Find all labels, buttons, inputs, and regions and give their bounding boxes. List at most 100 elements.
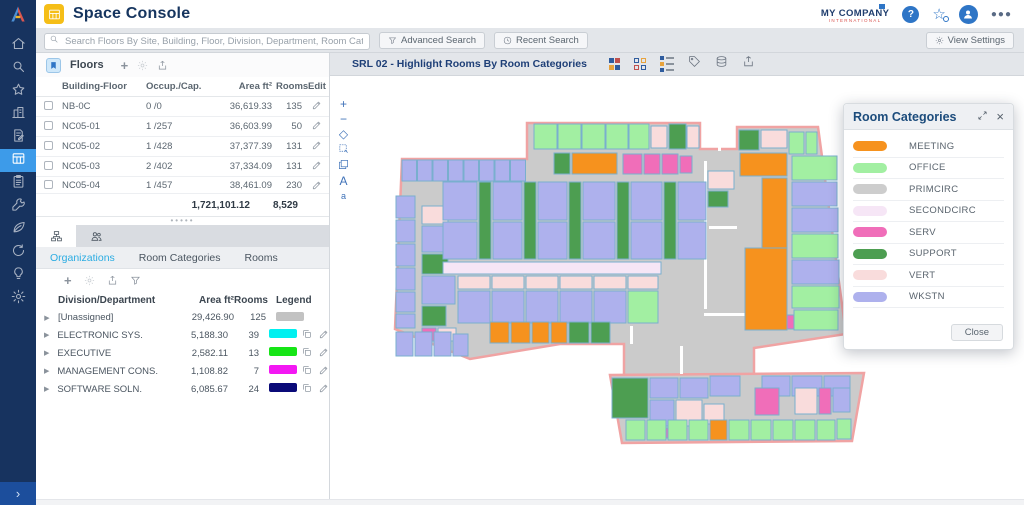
legend-item-support[interactable]: SUPPORT <box>853 244 1004 265</box>
help-icon[interactable]: ? <box>902 5 920 23</box>
room-wkstn[interactable] <box>791 259 840 285</box>
expand-arrow-icon[interactable]: ▶ <box>36 349 57 357</box>
room-vert[interactable] <box>794 387 818 415</box>
add-floor-icon[interactable]: + <box>121 59 129 72</box>
room-wkstn[interactable] <box>525 290 559 324</box>
room-vert[interactable] <box>491 275 525 290</box>
room-office[interactable] <box>667 419 688 441</box>
layers-database-icon[interactable] <box>715 55 728 73</box>
edit-pencil-icon[interactable] <box>312 161 322 173</box>
expand-panel-icon[interactable] <box>977 108 988 126</box>
room-office[interactable] <box>625 419 646 441</box>
tag-icon[interactable] <box>688 55 701 73</box>
col-building-floor[interactable]: Building-Floor <box>60 77 144 97</box>
room-office[interactable] <box>794 419 816 441</box>
room-wkstn[interactable] <box>432 159 448 182</box>
room-wkstn[interactable] <box>395 331 414 357</box>
room-wkstn[interactable] <box>395 243 416 267</box>
sidebar-item-home[interactable] <box>0 34 36 57</box>
legend-item-serv[interactable]: SERV <box>853 222 1004 244</box>
room-wkstn[interactable] <box>395 219 416 243</box>
more-icon[interactable]: ●●● <box>991 9 1012 20</box>
zoom-in-icon[interactable]: + <box>340 98 347 110</box>
room-wkstn[interactable] <box>832 387 851 413</box>
room-wkstn[interactable] <box>452 333 469 357</box>
room-wkstn[interactable] <box>582 221 616 260</box>
sidebar-item-tasks[interactable] <box>0 172 36 195</box>
room-secondcirc[interactable] <box>442 261 662 275</box>
room-wkstn[interactable] <box>791 181 838 207</box>
panel-resize-handle[interactable]: ••••• <box>36 217 329 225</box>
room-wkstn[interactable] <box>395 195 416 219</box>
room-support[interactable] <box>668 123 687 150</box>
room-office[interactable] <box>788 131 805 155</box>
col-rooms[interactable]: Rooms <box>274 77 308 97</box>
row-checkbox[interactable] <box>43 160 53 170</box>
tab-organizations[interactable]: Organizations <box>50 252 115 264</box>
room-vert[interactable] <box>457 275 491 290</box>
row-checkbox[interactable] <box>43 100 53 110</box>
edit-pencil-icon[interactable] <box>312 101 322 113</box>
room-meeting[interactable] <box>709 419 728 441</box>
room-office[interactable] <box>805 131 818 155</box>
sidebar-item-space-console[interactable] <box>0 149 36 172</box>
room-vert[interactable] <box>627 275 659 290</box>
sidebar-item-gear[interactable] <box>0 287 36 310</box>
floors-settings-gear-icon[interactable] <box>137 60 148 71</box>
room-vert[interactable] <box>760 129 788 149</box>
expand-arrow-icon[interactable]: ▶ <box>36 367 57 375</box>
row-checkbox[interactable] <box>43 180 53 189</box>
room-office[interactable] <box>772 419 794 441</box>
room-wkstn[interactable] <box>433 331 452 357</box>
room-wkstn[interactable] <box>630 181 663 221</box>
sidebar-item-leaf[interactable] <box>0 218 36 241</box>
edit-pencil-icon[interactable] <box>312 181 322 190</box>
tab-organizations-icon[interactable] <box>36 225 76 247</box>
tab-rooms[interactable]: Rooms <box>245 252 278 264</box>
org-row[interactable]: ▶ SOFTWARE SOLN. 6,085.67 24 <box>36 380 329 398</box>
edit-pencil-icon[interactable] <box>319 347 329 360</box>
room-vert[interactable] <box>559 275 593 290</box>
room-serv[interactable] <box>818 387 832 415</box>
room-serv[interactable] <box>622 153 643 175</box>
legend-item-wkstn[interactable]: WKSTN <box>853 287 1004 308</box>
room-wkstn[interactable] <box>417 159 433 182</box>
room-support[interactable] <box>568 321 590 344</box>
room-support[interactable] <box>523 181 537 260</box>
legend-item-vert[interactable]: VERT <box>853 265 1004 287</box>
copy-icon[interactable] <box>302 383 312 396</box>
org-row[interactable]: ▶ ELECTRONIC SYS. 5,188.30 39 <box>36 326 329 344</box>
room-office[interactable] <box>836 418 852 440</box>
room-wkstn[interactable] <box>448 159 464 182</box>
close-button[interactable]: Close <box>950 324 1003 341</box>
room-wkstn[interactable] <box>582 181 616 221</box>
room-serv[interactable] <box>661 153 679 175</box>
room-vert[interactable] <box>707 170 735 190</box>
zoom-out-icon[interactable]: − <box>340 113 347 125</box>
room-meeting[interactable] <box>761 177 788 249</box>
row-checkbox[interactable] <box>43 120 53 130</box>
room-support[interactable] <box>590 321 611 344</box>
room-office[interactable] <box>750 419 772 441</box>
room-office[interactable] <box>688 419 709 441</box>
floor-row[interactable]: NC05-04 1 /457 38,461.09 230 <box>36 176 329 194</box>
room-meeting[interactable] <box>744 247 788 331</box>
room-wkstn[interactable] <box>677 181 707 221</box>
legend-item-primcirc[interactable]: PRIMCIRC <box>853 179 1004 201</box>
room-wkstn[interactable] <box>421 275 456 305</box>
org-settings-gear-icon[interactable] <box>84 275 95 286</box>
edit-pencil-icon[interactable] <box>319 329 329 342</box>
room-office[interactable] <box>728 419 750 441</box>
font-decrease-icon[interactable]: a <box>341 190 346 202</box>
room-meeting[interactable] <box>739 152 788 177</box>
sidebar-item-sync[interactable] <box>0 241 36 264</box>
labels-list-icon[interactable] <box>659 56 674 72</box>
sidebar-item-search[interactable] <box>0 57 36 80</box>
copy-icon[interactable] <box>302 365 312 378</box>
border-theme-icon[interactable] <box>634 58 646 70</box>
room-wkstn[interactable] <box>593 290 627 324</box>
company-logo[interactable]: MY COMPANY INTERNATIONAL <box>821 3 890 24</box>
search-input[interactable] <box>44 32 370 50</box>
sidebar-item-star[interactable] <box>0 80 36 103</box>
row-checkbox[interactable] <box>43 140 53 150</box>
